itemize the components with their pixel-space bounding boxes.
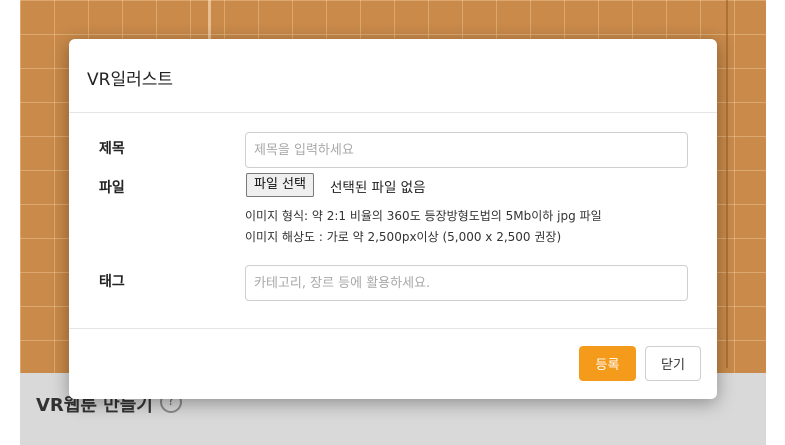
modal-title: VR일러스트 — [87, 70, 174, 90]
close-button[interactable]: 닫기 — [645, 346, 701, 381]
modal-header: VR일러스트 — [69, 39, 717, 113]
file-label: 파일 — [99, 180, 125, 196]
background-line — [726, 0, 728, 368]
title-label: 제목 — [99, 141, 125, 157]
title-input[interactable] — [245, 132, 688, 168]
modal-footer-divider — [69, 328, 717, 329]
image-format-hint: 이미지 형식: 약 2:1 비율의 360도 등장방형도법의 5Mb이하 jpg… — [245, 209, 602, 223]
image-resolution-hint: 이미지 해상도 : 가로 약 2,500px이상 (5,000 x 2,500 … — [245, 230, 562, 244]
submit-button[interactable]: 등록 — [579, 346, 636, 381]
tag-input[interactable] — [245, 265, 688, 301]
file-status-text: 선택된 파일 없음 — [330, 180, 426, 196]
upload-modal: VR일러스트 제목 파일 파일 선택 선택된 파일 없음 이미지 형식: 약 2… — [69, 39, 717, 399]
file-select-button[interactable]: 파일 선택 — [246, 173, 314, 197]
tag-label: 태그 — [99, 274, 125, 290]
